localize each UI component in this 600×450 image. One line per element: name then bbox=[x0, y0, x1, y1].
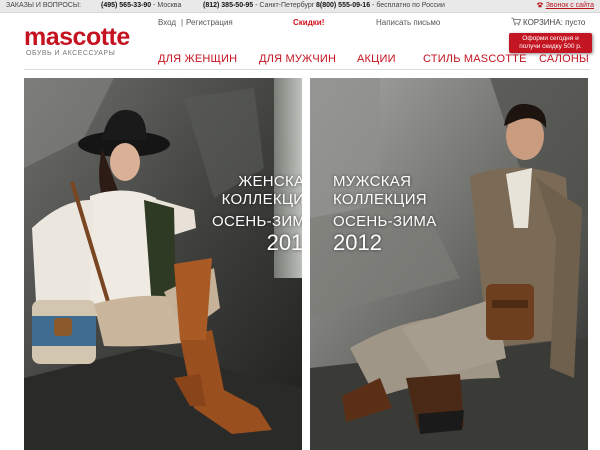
main-nav: ДЛЯ ЖЕНЩИН ДЛЯ МУЖЧИН АКЦИИ СТИЛЬ MASCOT… bbox=[0, 53, 600, 67]
orders-label: ЗАКАЗЫ И ВОПРОСЫ: bbox=[6, 2, 81, 9]
phone-moscow: (495) 565-33-90 - Москва bbox=[101, 2, 181, 9]
callback-label: Звонок с сайта bbox=[545, 2, 594, 9]
nav-item-men[interactable]: ДЛЯ МУЖЧИН bbox=[259, 53, 336, 65]
logo-wordmark: mascotte bbox=[24, 23, 130, 51]
callback-link[interactable]: Звонок с сайта bbox=[536, 2, 594, 9]
women-banner-image bbox=[24, 78, 302, 450]
nav-item-sales[interactable]: АКЦИИ bbox=[357, 53, 396, 65]
promo-tooltip[interactable]: Оформи сегодня и получи скидку 500 р. bbox=[509, 33, 592, 53]
promo-line-1: Оформи сегодня и bbox=[522, 35, 579, 42]
men-collection-banner[interactable]: МУЖСКАЯ КОЛЛЕКЦИЯ ОСЕНЬ-ЗИМА 2012 bbox=[310, 78, 588, 450]
nav-item-women[interactable]: ДЛЯ ЖЕНЩИН bbox=[158, 53, 237, 65]
register-link[interactable]: Регистрация bbox=[186, 18, 233, 27]
phone-moscow-number: (495) 565-33-90 bbox=[101, 2, 152, 9]
women-caption-line-3: ОСЕНЬ-ЗИМА bbox=[212, 213, 302, 230]
women-collection-banner[interactable]: ЖЕНСКАЯ КОЛЛЕКЦИЯ ОСЕНЬ-ЗИМА 2012 bbox=[24, 78, 302, 450]
write-letter-link[interactable]: Написать письмо bbox=[376, 18, 440, 27]
phone-free: 8(800) 555-09-16 - бесплатно по России bbox=[316, 2, 445, 9]
men-caption-line-1: МУЖСКАЯ bbox=[333, 173, 412, 190]
phone-free-number: 8(800) 555-09-16 bbox=[316, 2, 371, 9]
men-caption-line-3: ОСЕНЬ-ЗИМА bbox=[333, 213, 437, 230]
login-separator: | bbox=[181, 18, 184, 27]
top-info-bar: ЗАКАЗЫ И ВОПРОСЫ: (495) 565-33-90 - Моск… bbox=[0, 0, 600, 13]
cart-status: пусто bbox=[565, 18, 586, 27]
nav-item-style[interactable]: СТИЛЬ MASCOTTE bbox=[423, 53, 527, 65]
phone-spb: (812) 385-50-95 - Санкт-Петербург bbox=[203, 2, 314, 9]
cart-label: КОРЗИНА: bbox=[523, 18, 563, 27]
promo-line-2: получи скидку 500 р. bbox=[519, 43, 582, 50]
cart-icon bbox=[511, 17, 521, 26]
women-caption-line-1: ЖЕНСКАЯ bbox=[238, 173, 302, 190]
women-banner-caption: ЖЕНСКАЯ КОЛЛЕКЦИЯ ОСЕНЬ-ЗИМА 2012 bbox=[212, 173, 302, 255]
city-moscow: - Москва bbox=[153, 2, 182, 9]
men-caption-line-2: КОЛЛЕКЦИЯ bbox=[333, 191, 427, 208]
free-note: - бесплатно по России bbox=[372, 2, 445, 9]
women-caption-year: 2012 bbox=[266, 230, 302, 255]
men-caption-year: 2012 bbox=[333, 230, 382, 255]
login-link[interactable]: Вход bbox=[158, 18, 176, 27]
phone-icon bbox=[536, 2, 543, 8]
nav-item-salons[interactable]: САЛОНЫ bbox=[539, 53, 589, 65]
discounts-link[interactable]: Скидки! bbox=[293, 18, 324, 27]
cart-widget[interactable]: КОРЗИНА: пусто bbox=[511, 17, 585, 27]
men-banner-caption: МУЖСКАЯ КОЛЛЕКЦИЯ ОСЕНЬ-ЗИМА 2012 bbox=[333, 173, 437, 255]
city-spb: - Санкт-Петербург bbox=[255, 2, 315, 9]
men-banner-image bbox=[310, 78, 588, 450]
women-caption-line-2: КОЛЛЕКЦИЯ bbox=[221, 191, 302, 208]
header-divider bbox=[24, 69, 590, 70]
phone-spb-number: (812) 385-50-95 bbox=[203, 2, 254, 9]
